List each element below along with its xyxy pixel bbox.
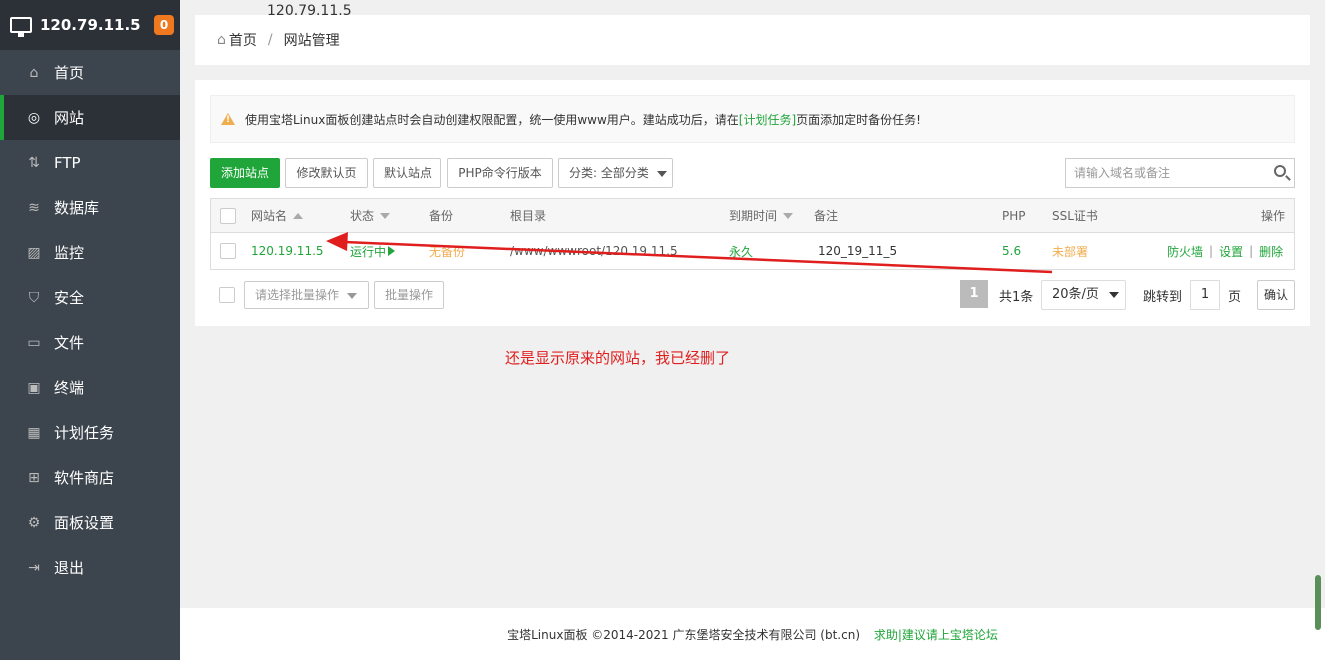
arrow-line — [344, 240, 1053, 274]
annotation-arrow — [326, 232, 1053, 274]
footer: 宝塔Linux面板 ©2014-2021 广东堡塔安全技术有限公司 (bt.cn… — [180, 608, 1325, 660]
scrollbar[interactable] — [1315, 575, 1321, 630]
footer-help-link[interactable]: 求助|建议请上宝塔论坛 — [874, 628, 998, 642]
footer-copyright: 宝塔Linux面板 ©2014-2021 广东堡塔安全技术有限公司 (bt.cn… — [507, 628, 860, 642]
arrow-head — [326, 232, 348, 251]
annotation-text: 还是显示原来的网站，我已经删了 — [505, 349, 731, 367]
